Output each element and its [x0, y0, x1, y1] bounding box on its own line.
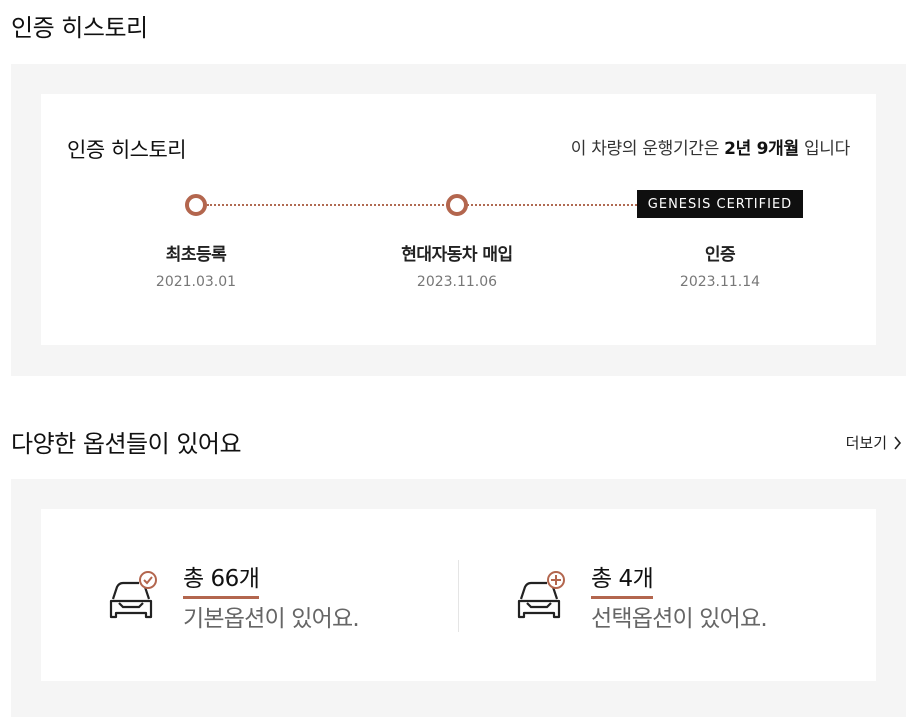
history-section-title: 인증 히스토리 [11, 14, 148, 42]
basic-options-desc: 기본옵션이 있어요. [183, 606, 360, 632]
options-section-title: 다양한 옵션들이 있어요 [11, 430, 242, 458]
basic-options-count: 총 66개 [183, 559, 260, 599]
timeline-connector [207, 204, 459, 206]
step-label: 최초등록 [165, 245, 227, 265]
genesis-certified-badge: GENESIS CERTIFIED [637, 190, 803, 218]
options-divider [458, 560, 459, 632]
period-value: 2년 9개월 [724, 139, 799, 159]
period-prefix: 이 차량의 운행기간은 [570, 139, 720, 159]
timeline-connector [467, 204, 637, 206]
period-suffix: 입니다 [803, 139, 850, 159]
history-card-title: 인증 히스토리 [67, 138, 187, 162]
extra-options-desc: 선택옵션이 있어요. [591, 606, 768, 632]
options-container: 총 66개 기본옵션이 있어요. 총 4개 선택옵션이 있어요. [11, 479, 906, 717]
step-label: 인증 [704, 245, 736, 265]
options-card: 총 66개 기본옵션이 있어요. 총 4개 선택옵션이 있어요. [41, 509, 876, 681]
timeline-dot [446, 194, 468, 216]
more-link[interactable]: 더보기 [846, 432, 902, 453]
car-check-icon [109, 571, 157, 619]
step-label: 현대자동차 매입 [401, 245, 513, 265]
basic-options[interactable]: 총 66개 기본옵션이 있어요. [105, 559, 425, 639]
step-date: 2021.03.01 [155, 274, 237, 290]
chevron-right-icon [894, 435, 902, 450]
operation-period: 이 차량의 운행기간은 2년 9개월 입니다 [570, 134, 851, 159]
step-date: 2023.11.06 [416, 274, 498, 290]
extra-options[interactable]: 총 4개 선택옵션이 있어요. [513, 559, 833, 639]
timeline-dot [185, 194, 207, 216]
history-card: 인증 히스토리 이 차량의 운행기간은 2년 9개월 입니다 GENESIS C… [41, 94, 876, 345]
more-label: 더보기 [845, 434, 887, 452]
step-date: 2023.11.14 [679, 274, 761, 290]
history-container: 인증 히스토리 이 차량의 운행기간은 2년 9개월 입니다 GENESIS C… [11, 64, 906, 376]
car-plus-icon [517, 571, 565, 619]
extra-options-count: 총 4개 [591, 559, 654, 599]
